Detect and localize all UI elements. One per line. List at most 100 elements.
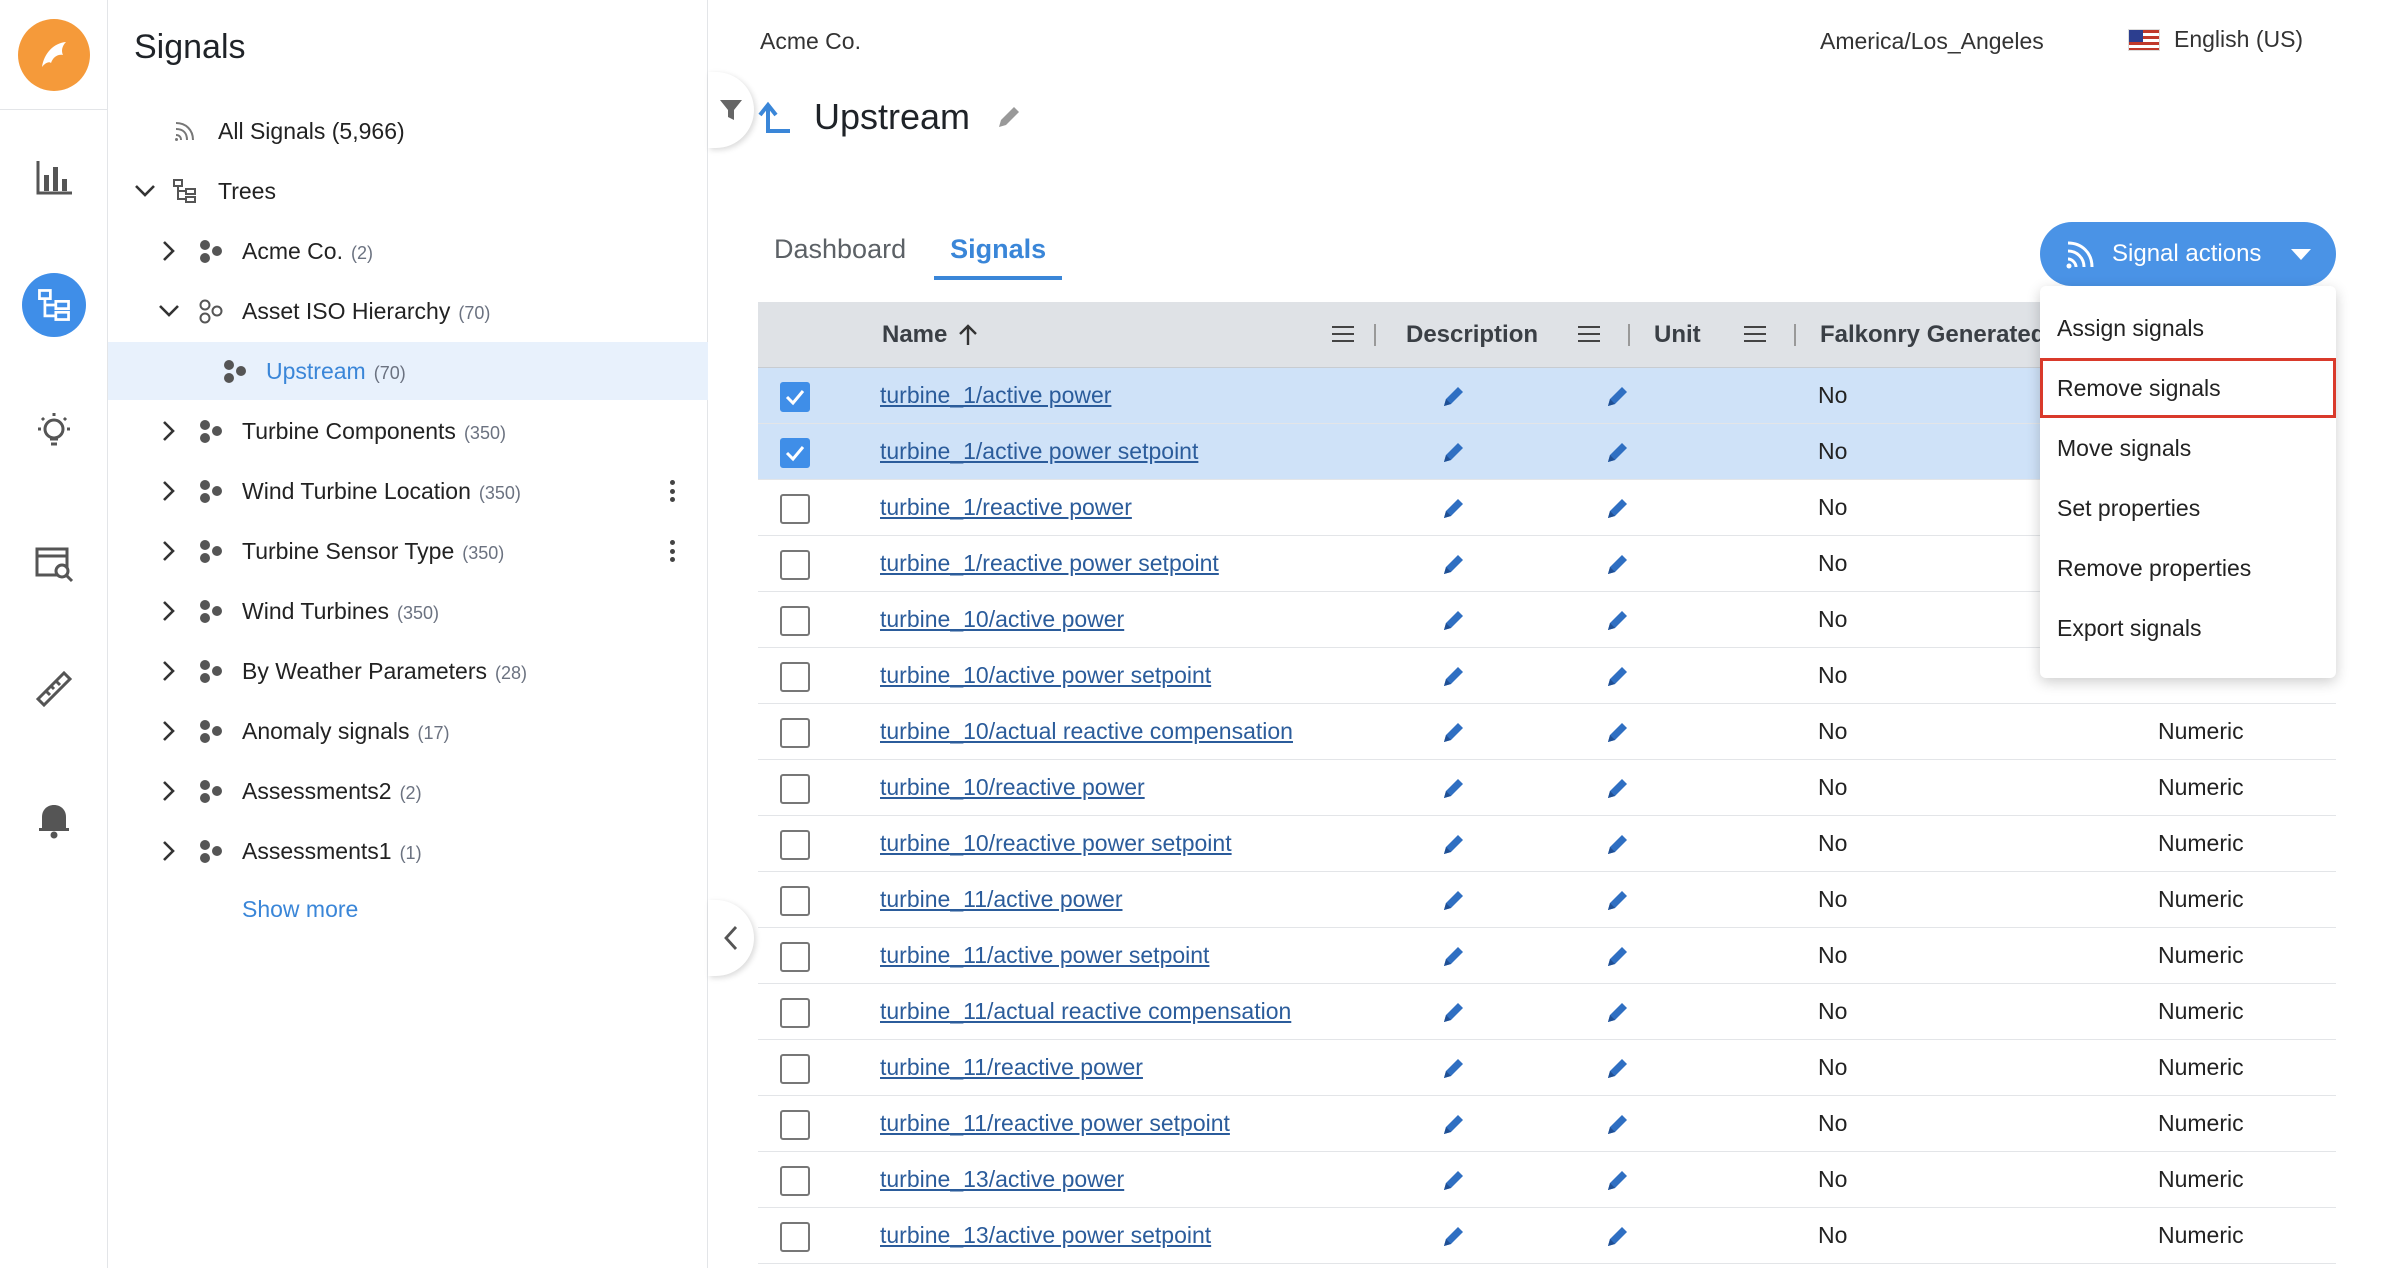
falkonry-logo[interactable] [17,18,90,91]
tree-item-acme-co[interactable]: Acme Co. (2) [108,222,708,280]
row-checkbox[interactable] [780,1166,810,1196]
row-checkbox[interactable] [780,942,810,972]
column-menu-icon[interactable] [1578,326,1600,342]
signal-name-link[interactable]: turbine_1/reactive power [880,494,1132,521]
table-row[interactable]: turbine_10/reactive power setpoint No Nume… [758,816,2336,872]
table-row[interactable]: turbine_13/active power No Numeric [758,1152,2336,1208]
show-more-link[interactable]: Show more [242,896,358,923]
signal-name-link[interactable]: turbine_10/active power setpoint [880,662,1211,689]
edit-description-icon[interactable] [1440,942,1468,970]
signal-name-link[interactable]: turbine_1/active power setpoint [880,438,1198,465]
tree-item-by-weather-parameters[interactable]: By Weather Parameters (28) [108,642,708,700]
row-checkbox[interactable] [780,1222,810,1252]
more-vert-icon[interactable] [666,536,678,566]
more-vert-icon[interactable] [666,476,678,506]
tree-item-asset-iso-hierarchy[interactable]: Asset ISO Hierarchy (70) [108,282,708,340]
column-header-name[interactable]: Name [882,302,979,368]
tree-item-upstream[interactable]: Upstream (70) [108,342,708,400]
table-row[interactable]: turbine_11/active power No Numeric [758,872,2336,928]
edit-unit-icon[interactable] [1604,718,1632,746]
column-separator[interactable] [1628,324,1630,346]
sort-ascending-icon[interactable] [957,323,979,347]
chevron-right-icon[interactable] [156,778,182,804]
nav-events[interactable] [0,518,108,608]
chevron-right-icon[interactable] [156,478,182,504]
edit-description-icon[interactable] [1440,1054,1468,1082]
menu-item-set-properties[interactable]: Set properties [2040,478,2336,538]
edit-unit-icon[interactable] [1604,382,1632,410]
signal-name-link[interactable]: turbine_11/active power setpoint [880,942,1209,969]
chevron-down-icon[interactable] [132,178,158,204]
tree-item-anomaly-signals[interactable]: Anomaly signals (17) [108,702,708,760]
language-selector[interactable]: English (US) [2128,26,2303,53]
table-row[interactable]: turbine_11/reactive power No Numeric [758,1040,2336,1096]
signal-name-link[interactable]: turbine_1/reactive power setpoint [880,550,1219,577]
tree-item-assessments1[interactable]: Assessments1 (1) [108,822,708,880]
nav-insights[interactable] [0,386,108,476]
signal-name-link[interactable]: turbine_11/actual reactive compensation [880,998,1291,1025]
timezone-selector[interactable]: America/Los_Angeles [1820,28,2044,55]
edit-unit-icon[interactable] [1604,1054,1632,1082]
table-row[interactable]: turbine_10/actual reactive compensation N… [758,704,2336,760]
row-checkbox[interactable] [780,1054,810,1084]
row-checkbox[interactable] [780,774,810,804]
signal-name-link[interactable]: turbine_13/active power setpoint [880,1222,1211,1249]
edit-description-icon[interactable] [1440,382,1468,410]
edit-unit-icon[interactable] [1604,662,1632,690]
menu-item-export-signals[interactable]: Export signals [2040,598,2336,658]
column-header-falkonry-generated[interactable]: Falkonry Generated [1820,302,2045,368]
collapse-sidebar-button[interactable] [708,900,754,976]
table-row[interactable]: turbine_10/reactive power No Numeric [758,760,2336,816]
row-checkbox[interactable] [780,998,810,1028]
signal-name-link[interactable]: turbine_10/reactive power setpoint [880,830,1232,857]
chevron-right-icon[interactable] [156,538,182,564]
edit-unit-icon[interactable] [1604,494,1632,522]
chevron-right-icon[interactable] [156,658,182,684]
chevron-right-icon[interactable] [156,718,182,744]
table-row[interactable]: turbine_11/active power setpoint No Numeri… [758,928,2336,984]
column-menu-icon[interactable] [1744,326,1766,342]
menu-item-remove-signals[interactable]: Remove signals [2040,358,2336,418]
menu-item-remove-properties[interactable]: Remove properties [2040,538,2336,598]
edit-description-icon[interactable] [1440,1166,1468,1194]
tree-item-turbine-sensor-type[interactable]: Turbine Sensor Type (350) [108,522,708,580]
edit-description-icon[interactable] [1440,998,1468,1026]
column-header-description[interactable]: Description [1406,302,1538,368]
edit-unit-icon[interactable] [1604,886,1632,914]
edit-description-icon[interactable] [1440,718,1468,746]
nav-alerts[interactable] [0,774,108,864]
row-checkbox[interactable] [780,550,810,580]
signal-name-link[interactable]: turbine_11/reactive power setpoint [880,1110,1230,1137]
tree-item-trees[interactable]: Trees [108,162,708,220]
row-checkbox[interactable] [780,886,810,916]
filter-toggle[interactable] [708,72,754,148]
edit-description-icon[interactable] [1440,1222,1468,1250]
edit-unit-icon[interactable] [1604,1166,1632,1194]
column-separator[interactable] [1794,324,1796,346]
chevron-down-icon[interactable] [156,298,182,324]
row-checkbox[interactable] [780,1110,810,1140]
edit-description-icon[interactable] [1440,1110,1468,1138]
edit-unit-icon[interactable] [1604,438,1632,466]
edit-unit-icon[interactable] [1604,1110,1632,1138]
nav-signals[interactable] [0,260,108,350]
row-checkbox[interactable] [780,662,810,692]
row-checkbox[interactable] [780,494,810,524]
column-menu-icon[interactable] [1332,326,1354,342]
edit-description-icon[interactable] [1440,550,1468,578]
tree-item-assessments2[interactable]: Assessments2 (2) [108,762,708,820]
column-separator[interactable] [1374,324,1376,346]
signal-name-link[interactable]: turbine_10/actual reactive compensation [880,718,1293,745]
chevron-right-icon[interactable] [156,418,182,444]
table-row[interactable]: turbine_11/reactive power setpoint No Nume… [758,1096,2336,1152]
signal-name-link[interactable]: turbine_11/active power [880,886,1123,913]
edit-description-icon[interactable] [1440,774,1468,802]
tree-item-wind-turbine-location[interactable]: Wind Turbine Location (350) [108,462,708,520]
menu-item-move-signals[interactable]: Move signals [2040,418,2336,478]
menu-item-assign-signals[interactable]: Assign signals [2040,298,2336,358]
tab-dashboard[interactable]: Dashboard [758,226,922,280]
signal-name-link[interactable]: turbine_13/active power [880,1166,1124,1193]
nav-measure[interactable] [0,644,108,734]
tab-signals[interactable]: Signals [934,226,1063,280]
tree-item-all-signals[interactable]: All Signals (5,966) [108,102,708,160]
